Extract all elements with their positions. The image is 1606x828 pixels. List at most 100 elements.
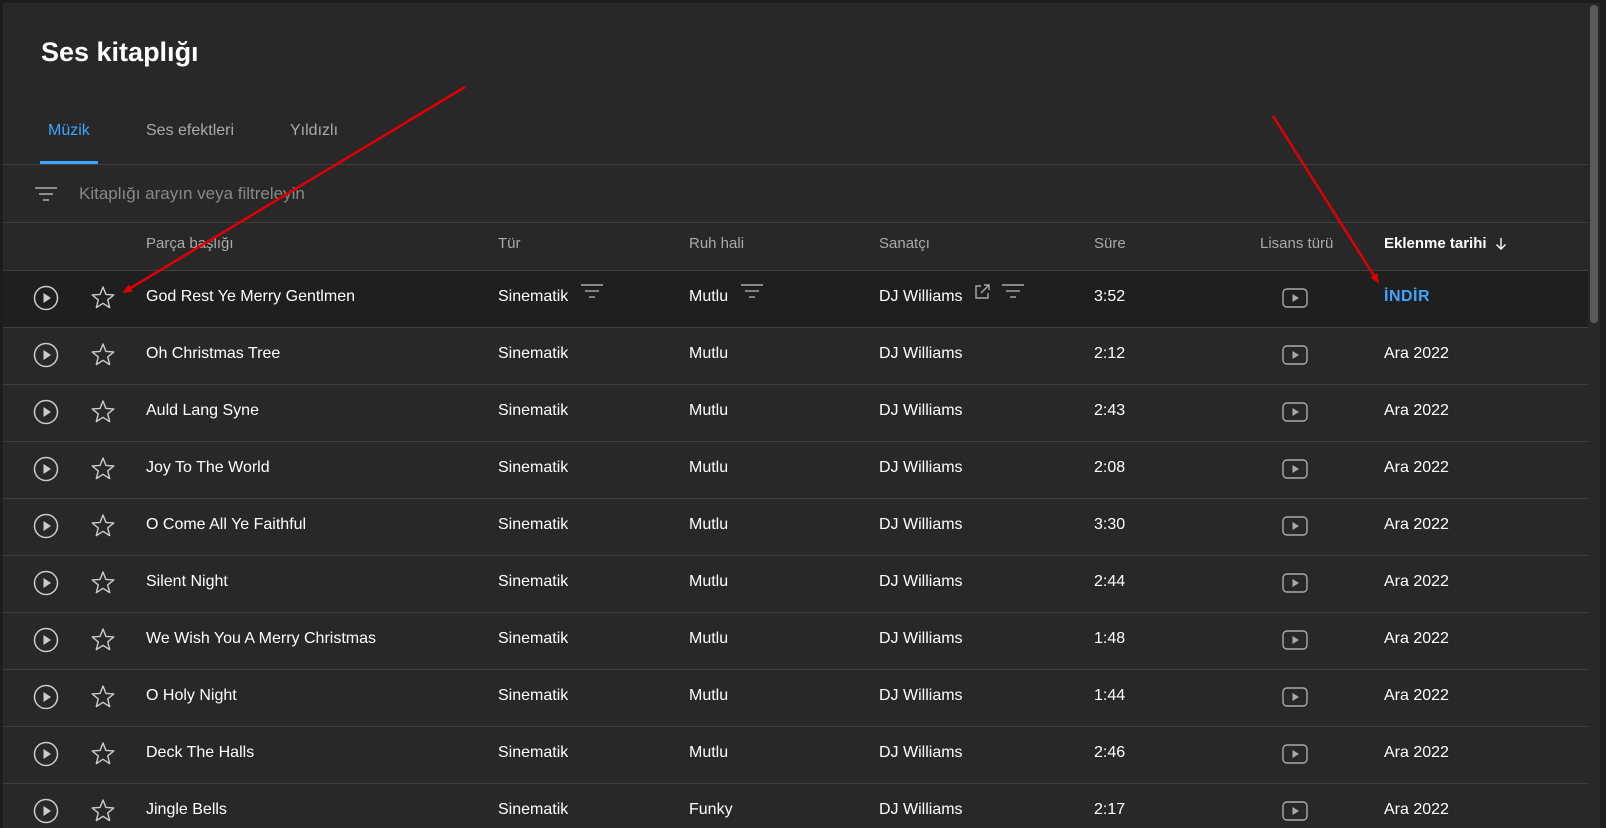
mood-cell: Mutlu [689,727,728,779]
mood-cell: Funky [689,784,733,828]
tab-sound-effects[interactable]: Ses efektleri [138,103,242,164]
track-artist: DJ Williams [879,345,963,362]
youtube-license-icon [1282,459,1308,479]
column-header-added-date-label: Eklenme tarihi [1384,235,1487,252]
genre-cell: Sinematik [498,727,568,779]
scrollbar-thumb[interactable] [1590,5,1598,323]
star-icon[interactable] [90,741,116,767]
track-artist: DJ Williams [879,687,963,704]
track-duration: 3:30 [1094,516,1126,533]
play-icon[interactable] [33,513,59,539]
track-mood: Mutlu [689,573,729,590]
column-header-duration[interactable]: Süre [1094,223,1126,265]
track-title: God Rest Ye Merry Gentlmen [146,288,355,305]
table-row[interactable]: O Come All Ye Faithful Sinematik Mutlu DJ W… [3,499,1600,556]
table-row[interactable]: We Wish You A Merry Christmas Sinematik Mu… [3,613,1600,670]
mood-cell: Mutlu [689,670,728,722]
youtube-license-icon [1282,345,1308,365]
track-title: Oh Christmas Tree [146,345,281,362]
artist-cell: DJ Williams [879,784,963,828]
download-button[interactable]: İNDİR [1384,271,1430,323]
track-genre: Sinematik [498,573,569,590]
filter-artist-icon[interactable] [1001,271,1025,323]
tab-bar: Müzik Ses efektleri Yıldızlı [3,103,1600,165]
artist-cell: DJ Williams [879,385,963,437]
play-icon[interactable] [33,741,59,767]
added-date: Ara 2022 [1384,516,1449,533]
play-icon[interactable] [33,684,59,710]
added-date: Ara 2022 [1384,459,1449,476]
mood-cell: Mutlu [689,556,728,608]
scrollbar[interactable] [1588,3,1600,828]
filter-genre-icon[interactable] [580,271,604,323]
table-row[interactable]: Joy To The World Sinematik Mutlu DJ William… [3,442,1600,499]
artist-cell: DJ Williams [879,556,963,608]
table-row[interactable]: Deck The Halls Sinematik Mutlu DJ Williams 2… [3,727,1600,784]
track-mood: Mutlu [689,459,729,476]
track-mood: Mutlu [689,630,729,647]
column-header-title[interactable]: Parça başlığı [146,223,234,265]
youtube-license-icon [1282,801,1308,821]
star-icon[interactable] [90,570,116,596]
track-title: Auld Lang Syne [146,402,259,419]
table-row[interactable]: O Holy Night Sinematik Mutlu DJ Williams 1:4… [3,670,1600,727]
added-date: Ara 2022 [1384,744,1449,761]
filter-icon[interactable] [33,181,59,207]
artist-cell: DJ Williams [879,271,1025,323]
track-title: Joy To The World [146,459,270,476]
play-icon[interactable] [33,798,59,824]
table-row[interactable]: Jingle Bells Sinematik Funky DJ Williams 2:1… [3,784,1600,828]
added-date: Ara 2022 [1384,687,1449,704]
genre-cell: Sinematik [498,271,604,323]
mood-cell: Mutlu [689,442,728,494]
table-row[interactable]: Silent Night Sinematik Mutlu DJ Williams 2:4… [3,556,1600,613]
play-icon[interactable] [33,570,59,596]
track-duration: 2:43 [1094,402,1126,419]
external-link-icon[interactable] [973,271,991,323]
star-icon[interactable] [90,513,116,539]
star-icon[interactable] [90,684,116,710]
star-icon[interactable] [90,627,116,653]
track-title: O Holy Night [146,687,237,704]
play-icon[interactable] [33,285,59,311]
star-icon[interactable] [90,342,116,368]
track-duration: 2:44 [1094,573,1126,590]
tab-music[interactable]: Müzik [40,103,98,164]
track-genre: Sinematik [498,801,569,818]
table-row[interactable]: Auld Lang Syne Sinematik Mutlu DJ Williams 2… [3,385,1600,442]
track-mood: Mutlu [689,744,729,761]
track-genre: Sinematik [498,687,569,704]
artist-cell: DJ Williams [879,613,963,665]
column-header-mood[interactable]: Ruh hali [689,223,744,265]
search-input[interactable] [79,178,779,210]
play-icon[interactable] [33,342,59,368]
column-header-artist[interactable]: Sanatçı [879,223,930,265]
tab-starred[interactable]: Yıldızlı [282,103,346,164]
filter-bar [3,165,1600,223]
track-genre: Sinematik [498,744,569,761]
artist-cell: DJ Williams [879,442,963,494]
column-header-license[interactable]: Lisans türü [1260,223,1333,265]
added-date: Ara 2022 [1384,630,1449,647]
track-genre: Sinematik [498,402,569,419]
column-header-added-date[interactable]: Eklenme tarihi [1384,223,1507,265]
play-icon[interactable] [33,627,59,653]
play-icon[interactable] [33,456,59,482]
track-mood: Mutlu [689,687,729,704]
track-duration: 2:46 [1094,744,1126,761]
page-title: Ses kitaplığı [41,37,199,67]
table-row[interactable]: God Rest Ye Merry Gentlmen Sinematik Mutlu… [3,271,1600,328]
column-header-genre[interactable]: Tür [498,223,521,265]
filter-mood-icon[interactable] [740,271,764,323]
track-mood: Mutlu [689,288,729,306]
star-icon[interactable] [90,399,116,425]
added-date: Ara 2022 [1384,801,1449,818]
star-icon[interactable] [90,456,116,482]
star-icon[interactable] [90,285,116,311]
track-title: We Wish You A Merry Christmas [146,630,376,647]
star-icon[interactable] [90,798,116,824]
play-icon[interactable] [33,399,59,425]
table-row[interactable]: Oh Christmas Tree Sinematik Mutlu DJ Willia… [3,328,1600,385]
mood-cell: Mutlu [689,613,728,665]
track-duration: 1:44 [1094,687,1126,704]
